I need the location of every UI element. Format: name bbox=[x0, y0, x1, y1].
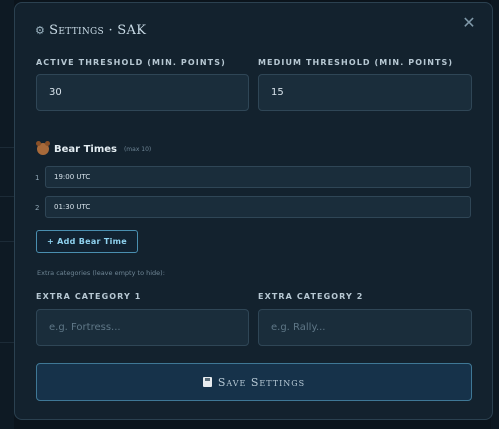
bear-icon bbox=[36, 141, 50, 155]
settings-modal: ⚙ Settings · SAK ✕ Active Threshold (min… bbox=[14, 2, 493, 420]
bear-time-index: 2 bbox=[35, 204, 40, 212]
extra-categories-hint: Extra categories (leave empty to hide): bbox=[37, 269, 165, 277]
close-icon[interactable]: ✕ bbox=[460, 13, 478, 32]
backdrop-divider bbox=[0, 196, 14, 197]
gear-icon: ⚙ bbox=[35, 24, 46, 37]
save-settings-label: Save Settings bbox=[217, 375, 306, 389]
backdrop-divider bbox=[0, 241, 14, 242]
modal-title-text: Settings · SAK bbox=[49, 23, 147, 38]
extra-category-1-input[interactable]: e.g. Fortress... bbox=[36, 309, 249, 346]
medium-threshold-label: Medium Threshold (min. points) bbox=[258, 58, 454, 67]
bear-times-title: Bear Times bbox=[54, 143, 117, 155]
save-icon bbox=[202, 377, 212, 387]
extra-category-2-label: Extra Category 2 bbox=[258, 292, 364, 301]
bear-time-input[interactable]: 01:30 UTC bbox=[45, 196, 471, 218]
bear-times-header: Bear Times (max 10) bbox=[36, 141, 152, 155]
backdrop-panel-left bbox=[0, 0, 14, 429]
extra-category-1-label: Extra Category 1 bbox=[36, 292, 142, 301]
backdrop-divider bbox=[0, 342, 14, 343]
add-bear-time-button[interactable]: + Add Bear Time bbox=[36, 230, 139, 253]
bear-time-input[interactable]: 19:00 UTC bbox=[45, 166, 471, 188]
active-threshold-label: Active Threshold (min. points) bbox=[36, 58, 226, 67]
modal-title: ⚙ Settings · SAK bbox=[35, 23, 146, 38]
extra-category-2-input[interactable]: e.g. Rally... bbox=[258, 309, 472, 346]
bear-times-limit-note: (max 10) bbox=[123, 145, 152, 153]
save-settings-button[interactable]: Save Settings bbox=[36, 363, 472, 401]
active-threshold-input[interactable]: 30 bbox=[36, 74, 249, 111]
medium-threshold-input[interactable]: 15 bbox=[258, 74, 472, 111]
backdrop-divider bbox=[0, 147, 14, 148]
bear-time-index: 1 bbox=[35, 174, 40, 182]
